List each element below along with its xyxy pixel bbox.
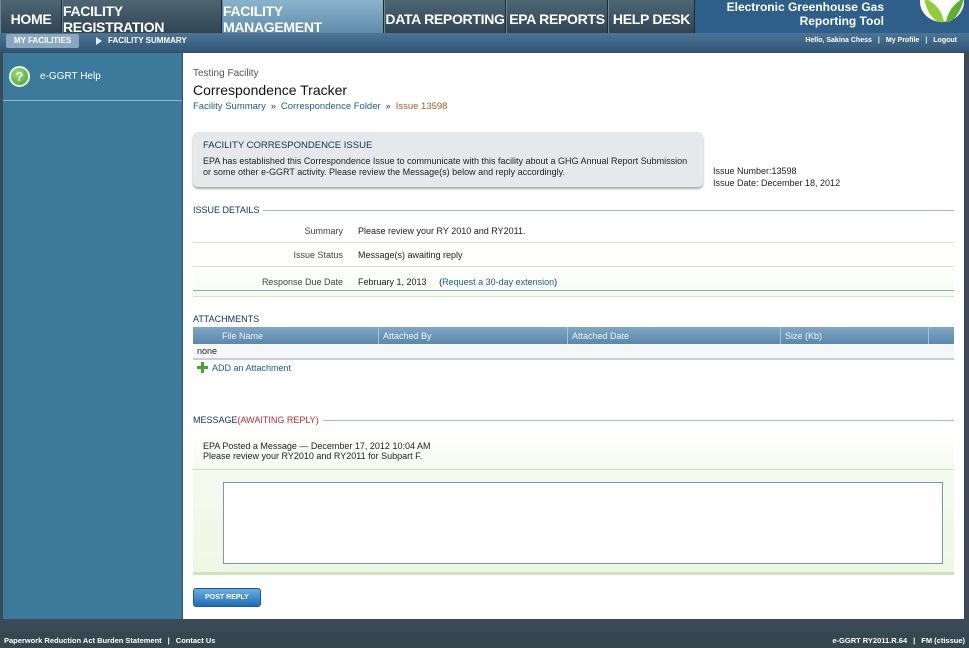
section-title: ISSUE DETAILS [193, 205, 260, 215]
footer-version: e-GGRT RY2011.R.64 | FM (ctissue) [832, 636, 965, 645]
detail-row-summary: Summary Please review your RY 2010 and R… [193, 219, 954, 243]
tab-facility-registration[interactable]: FACILITY REGISTRATION [62, 0, 222, 35]
facility-summary-crumb[interactable]: FACILITY SUMMARY [96, 36, 187, 45]
summary-label: Summary [304, 225, 343, 236]
facility-summary-label: FACILITY SUMMARY [108, 36, 187, 45]
breadcrumb: Facility Summary » Correspondence Folder… [193, 101, 447, 112]
breadcrumb-correspondence-folder[interactable]: Correspondence Folder [281, 101, 381, 112]
due-date-value: February 1, 2013 (Request a 30-day exten… [358, 277, 557, 287]
message-panel: EPA Posted a Message — December 17, 2012… [193, 432, 954, 575]
logout-link[interactable]: Logout [933, 37, 957, 44]
sidebar-item-help[interactable]: ? e-GGRT Help [3, 53, 182, 101]
sub-nav-bar: MY FACILITIES FACILITY SUMMARY Hello, Sa… [0, 33, 969, 52]
attachments-table: File Name Attached By Attached Date Size… [193, 327, 954, 360]
add-attachment-button[interactable]: ADD an Attachment [197, 362, 291, 373]
section-title: MESSAGE [193, 415, 238, 425]
brand-line-2: Reporting Tool [799, 14, 884, 28]
divider [322, 419, 954, 421]
breadcrumb-separator-icon: » [270, 101, 276, 111]
message-content: EPA Posted a Message — December 17, 2012… [203, 441, 430, 461]
divider: | [877, 37, 880, 44]
app-brand: Electronic Greenhouse Gas Reporting Tool [727, 0, 884, 28]
sidebar-item-label: e-GGRT Help [40, 71, 101, 82]
detail-row-due-date: Response Due Date February 1, 2013 (Requ… [193, 267, 954, 297]
attachments-header: ATTACHMENTS [193, 314, 954, 324]
divider [193, 469, 954, 470]
paren-close: ) [554, 276, 558, 287]
awaiting-reply-status: (AWAITING REPLY) [237, 415, 319, 425]
column-size[interactable]: Size (Kb) [781, 327, 929, 344]
section-title: ATTACHMENTS [193, 314, 260, 324]
paperwork-link[interactable]: Paperwork Reduction Act Burden Statement [4, 636, 162, 645]
detail-row-status: Issue Status Message(s) awaiting reply [193, 243, 954, 267]
issue-number: Issue Number:13598 [713, 166, 797, 176]
divider: | [167, 636, 170, 645]
divider [263, 209, 954, 211]
issue-date: Issue Date: December 18, 2012 [713, 177, 841, 188]
tab-home[interactable]: HOME [0, 0, 62, 33]
footer-links: Paperwork Reduction Act Burden Statement… [4, 636, 215, 645]
tab-data-reporting[interactable]: DATA REPORTING [384, 0, 506, 33]
column-attached-date[interactable]: Attached Date [568, 327, 781, 344]
divider: | [925, 37, 928, 44]
main-tabs: HOME FACILITY REGISTRATION FACILITY MANA… [0, 0, 695, 35]
issue-details-header: ISSUE DETAILS [193, 205, 954, 215]
contact-link[interactable]: Contact Us [176, 636, 216, 645]
arrow-right-icon [96, 36, 102, 45]
message-posted-line: EPA Posted a Message — December 17, 2012… [203, 441, 431, 451]
message-body: Please review your RY2010 and RY2011 for… [203, 451, 423, 461]
main-content: Testing Facility Correspondence Tracker … [183, 53, 964, 619]
issue-box-text: EPA has established this Correspondence … [203, 156, 688, 177]
add-attachment-label: ADD an Attachment [212, 362, 292, 373]
reply-textarea[interactable] [223, 482, 943, 564]
breadcrumb-separator-icon: » [385, 101, 391, 111]
issue-info-box: FACILITY CORRESPONDENCE ISSUE EPA has es… [193, 132, 703, 187]
request-extension-link[interactable]: Request a 30-day extension [442, 277, 554, 287]
user-greeting: Hello, Sakina Chess [805, 37, 872, 44]
help-question-icon: ? [9, 66, 30, 87]
leaf-logo-icon [894, 0, 969, 33]
message-header: MESSAGE (AWAITING REPLY) [193, 415, 954, 425]
due-date-label: Response Due Date [261, 276, 343, 287]
sidebar: ? e-GGRT Help [3, 53, 182, 619]
issue-details: Summary Please review your RY 2010 and R… [193, 219, 954, 297]
facility-name: Testing Facility [193, 68, 259, 79]
page-title: Correspondence Tracker [193, 82, 348, 98]
column-actions [929, 327, 954, 344]
breadcrumb-facility-summary[interactable]: Facility Summary [193, 101, 266, 112]
status-label: Issue Status [293, 249, 343, 260]
tab-facility-management[interactable]: FACILITY MANAGEMENT [222, 0, 384, 35]
column-attached-by[interactable]: Attached By [379, 327, 568, 344]
status-value: Message(s) awaiting reply [358, 249, 463, 260]
top-nav-bar: HOME FACILITY REGISTRATION FACILITY MANA… [0, 0, 969, 35]
divider: | [913, 636, 916, 645]
tab-help-desk[interactable]: HELP DESK [608, 0, 695, 33]
brand-line-1: Electronic Greenhouse Gas [726, 0, 884, 14]
divider [193, 290, 954, 291]
version-text: e-GGRT RY2011.R.64 [832, 636, 908, 645]
plus-icon [197, 362, 208, 373]
issue-box-title: FACILITY CORRESPONDENCE ISSUE [203, 140, 373, 151]
table-header: File Name Attached By Attached Date Size… [193, 327, 954, 344]
my-profile-link[interactable]: My Profile [886, 37, 919, 44]
fm-text: FM (ctissue) [921, 636, 965, 645]
tab-epa-reports[interactable]: EPA REPORTS [506, 0, 608, 33]
footer: Paperwork Reduction Act Burden Statement… [0, 632, 969, 648]
my-facilities-button[interactable]: MY FACILITIES [6, 34, 80, 48]
breadcrumb-current: Issue 13598 [395, 101, 448, 112]
table-row: none [193, 344, 954, 360]
user-nav: Hello, Sakina Chess | My Profile | Logou… [805, 37, 957, 44]
divider [193, 572, 954, 575]
post-reply-button[interactable]: POST REPLY [193, 588, 261, 607]
summary-value: Please review your RY 2010 and RY2011. [358, 225, 526, 236]
due-date-text: February 1, 2013 [358, 276, 427, 287]
column-file-name[interactable]: File Name [193, 327, 379, 344]
issue-meta: Issue Number:13598 Issue Date: December … [713, 166, 840, 189]
